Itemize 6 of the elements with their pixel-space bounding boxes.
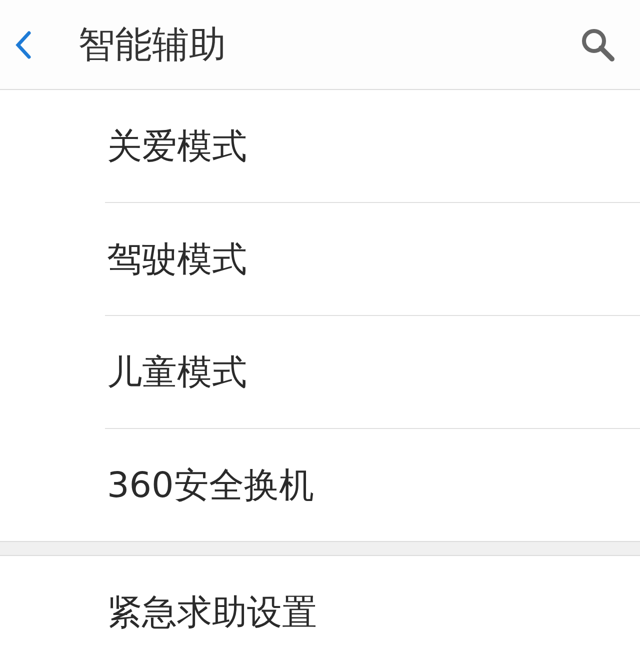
menu-item[interactable]: 360安全换机 — [105, 429, 640, 541]
menu-item[interactable]: 驾驶模式 — [105, 203, 640, 316]
page-title: 智能辅助 — [78, 22, 227, 68]
menu-item[interactable]: 紧急求助设置 — [105, 556, 640, 653]
menu-item[interactable]: 关爱模式 — [105, 90, 640, 203]
menu-item[interactable]: 儿童模式 — [105, 316, 640, 429]
